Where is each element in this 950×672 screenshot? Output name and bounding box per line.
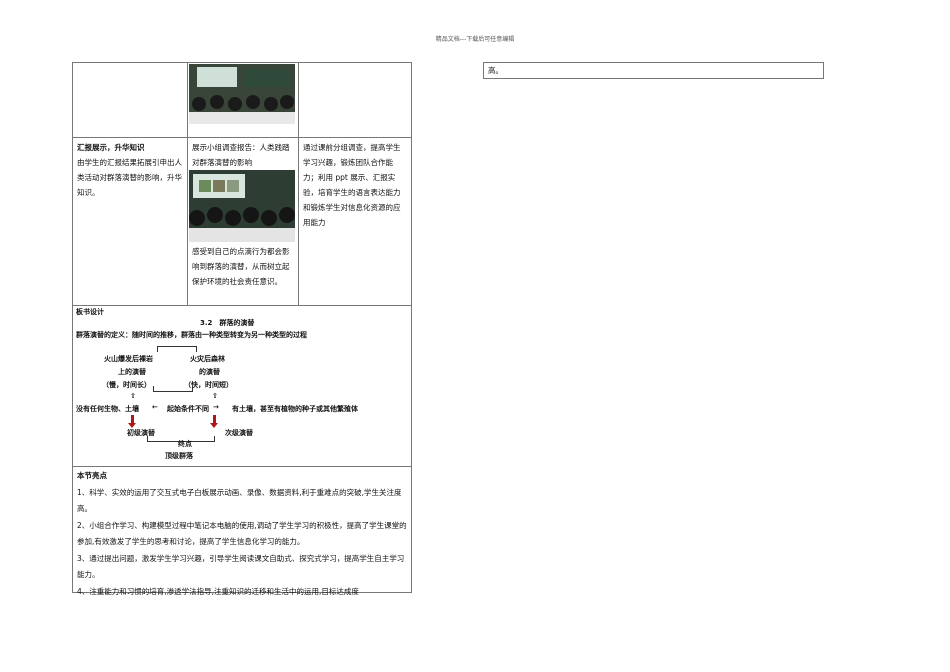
condition-center: 起始条件不同 — [167, 405, 209, 413]
left-arrow-icon: ← — [152, 403, 158, 411]
classroom-photo — [189, 170, 295, 242]
condition-secondary: 有土壤，甚至有植物的种子或其他繁殖体 — [232, 405, 358, 413]
climax-community: 顶级群落 — [165, 452, 193, 460]
design-intent: 通过课前分组调查，提高学生学习兴趣，锻炼团队合作能力；利用 ppt 展示、汇报实… — [303, 143, 401, 227]
highlight-item: 4、注重能力和习惯的培育,渗透学法指导,注重知识的迁移和生活中的运用,目标达成度 — [77, 586, 359, 596]
right-arrow-icon: → — [213, 403, 219, 411]
board-title: 板书设计 — [76, 308, 104, 316]
table-cell — [298, 62, 412, 138]
example-secondary: 火灾后森林 — [190, 355, 225, 363]
section-desc: 由学生的汇报结果拓展引申出人类活动对群落演替的影响，升华知识。 — [77, 158, 182, 197]
secondary-succession: 次级演替 — [225, 429, 253, 437]
table-cell: 通过课前分组调查，提高学生学习兴趣，锻炼团队合作能力；利用 ppt 展示、汇报实… — [298, 137, 412, 306]
classroom-photo — [189, 64, 295, 124]
activity-text: 展示小组调查报告：人类践踏对群落演替的影响 — [192, 143, 290, 167]
up-arrow-icon: ⇧ — [130, 392, 136, 400]
section-title: 汇报展示，升华知识 — [77, 143, 145, 152]
endpoint-label: 终点 — [178, 440, 192, 448]
highlight-item: 2、小组合作学习、构建模型过程中笔记本电脑的使用,调动了学生学习的积极性，提高了… — [77, 520, 407, 547]
red-down-arrow-icon — [210, 415, 218, 428]
red-down-arrow-icon — [128, 415, 136, 428]
highlights-cell: 本节亮点 1、科学、实效的运用了交互式电子白板展示动画、录像、数据资料,利于重难… — [72, 466, 412, 596]
brace — [157, 346, 197, 352]
example-primary: 上的演替 — [118, 368, 146, 376]
board-heading: 3.2 群落的演替 — [200, 319, 255, 327]
activity-text: 感受到自己的点滴行为都会影响到群落的演替，从而树立起保护环境的社会责任意识。 — [192, 247, 290, 286]
highlight-item: 1、科学、实效的运用了交互式电子白板展示动画、录像、数据资料,利于重难点的突破,… — [77, 487, 402, 514]
table-cell: 汇报展示，升华知识 由学生的汇报结果拓展引申出人类活动对群落演替的影响，升华知识… — [72, 137, 188, 306]
example-secondary: 的演替 — [199, 368, 220, 376]
condition-primary: 没有任何生物、土壤 — [76, 405, 139, 413]
example-primary: 火山爆发后裸岩 — [104, 355, 153, 363]
board-definition: 群落演替的定义：随时间的推移，群落由一种类型转变为另一种类型的过程 — [76, 331, 307, 339]
highlights-title: 本节亮点 — [77, 471, 107, 480]
continued-cell: 高。 — [483, 62, 824, 79]
up-arrow-icon: ⇧ — [212, 392, 218, 400]
table-cell — [72, 62, 188, 138]
highlight-item: 3、通过提出问题，激发学生学习兴趣，引导学生阅读课文自助式、探究式学习，提高学生… — [77, 553, 405, 580]
example-primary-note: （慢，时间长） — [102, 381, 151, 389]
continued-text: 高。 — [488, 66, 503, 75]
page-header: 精品文档---下载后可任意编辑 — [435, 36, 515, 43]
brace — [153, 386, 193, 392]
document-page: 精品文档---下载后可任意编辑 汇报展示，升华知识 由学生的汇报结果拓展引申出人… — [0, 0, 950, 672]
